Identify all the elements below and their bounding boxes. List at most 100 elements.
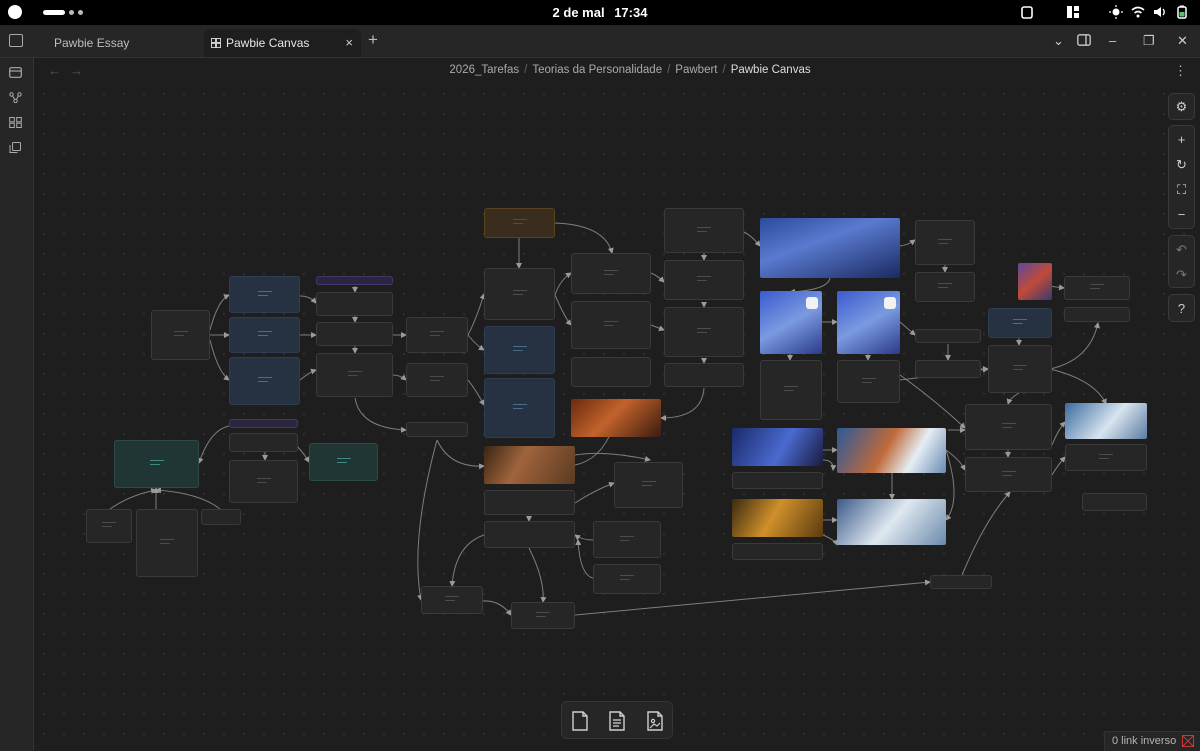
- volume-icon[interactable]: [1153, 5, 1167, 19]
- canvas-image-card[interactable]: [484, 446, 575, 484]
- undo-button[interactable]: ↶: [1169, 237, 1194, 262]
- canvas-card[interactable]: [484, 268, 555, 320]
- canvas-card[interactable]: [136, 509, 198, 577]
- canvas-card[interactable]: [316, 292, 393, 316]
- new-card-icon[interactable]: [569, 710, 591, 732]
- zoom-to-fit-button[interactable]: ⛶: [1169, 177, 1194, 202]
- canvas-card[interactable]: [965, 404, 1052, 450]
- canvas-image-card[interactable]: [837, 428, 946, 473]
- backlinks-status[interactable]: 0 link inverso: [1104, 731, 1200, 751]
- reset-zoom-button[interactable]: ↻: [1169, 152, 1194, 177]
- tab-list-dropdown-icon[interactable]: ⌄: [1053, 33, 1064, 49]
- help-button[interactable]: ?: [1169, 296, 1194, 321]
- breadcrumb-item[interactable]: 2026_Tarefas: [449, 64, 519, 76]
- canvas-card[interactable]: [406, 363, 468, 397]
- more-options-button[interactable]: ⋮: [1174, 63, 1187, 79]
- canvas-card[interactable]: [915, 360, 981, 378]
- right-sidebar-toggle-icon[interactable]: [1077, 34, 1091, 46]
- canvas-image-card[interactable]: [732, 499, 823, 537]
- new-tab-button[interactable]: +: [368, 30, 378, 50]
- canvas-card[interactable]: [201, 509, 241, 525]
- canvas-card[interactable]: [915, 272, 975, 302]
- canvas-card[interactable]: [316, 353, 393, 397]
- clipboard-icon[interactable]: [1020, 5, 1034, 19]
- canvas-card[interactable]: [1082, 493, 1147, 511]
- close-tab-icon[interactable]: ×: [345, 29, 353, 57]
- canvas-card[interactable]: [732, 543, 823, 560]
- canvas-card[interactable]: [614, 462, 683, 508]
- canvas-card[interactable]: [309, 443, 378, 481]
- canvas-card[interactable]: [664, 260, 744, 300]
- minimize-button[interactable]: –: [1109, 33, 1116, 48]
- canvas-card[interactable]: [229, 419, 298, 428]
- canvas-card[interactable]: [837, 360, 900, 403]
- canvas-card[interactable]: [1064, 307, 1130, 322]
- canvas-card[interactable]: [732, 472, 823, 489]
- canvas-card[interactable]: [593, 521, 661, 558]
- zoom-out-button[interactable]: −: [1169, 202, 1194, 227]
- canvas-card[interactable]: [915, 220, 975, 265]
- canvas-card[interactable]: [988, 308, 1052, 338]
- canvas-card[interactable]: [86, 509, 132, 543]
- graph-icon[interactable]: [9, 92, 22, 103]
- media-file-icon[interactable]: [644, 710, 666, 732]
- canvas-card[interactable]: [1064, 276, 1130, 300]
- canvas-card[interactable]: [484, 208, 555, 238]
- canvas-image-card[interactable]: [837, 291, 900, 354]
- canvas-card[interactable]: [316, 276, 393, 285]
- zoom-in-button[interactable]: +: [1169, 127, 1194, 152]
- maximize-button[interactable]: ❐: [1143, 33, 1155, 49]
- canvas-card[interactable]: [760, 360, 822, 420]
- breadcrumb-current[interactable]: Pawbie Canvas: [731, 64, 811, 76]
- canvas-card[interactable]: [406, 317, 468, 353]
- canvas-card[interactable]: [421, 586, 483, 614]
- canvas-card[interactable]: [484, 378, 555, 438]
- canvas-card[interactable]: [1065, 444, 1147, 471]
- canvas-card[interactable]: [484, 490, 575, 515]
- canvas-card[interactable]: [229, 317, 300, 353]
- canvas-card[interactable]: [965, 457, 1052, 492]
- canvas-card[interactable]: [571, 357, 651, 387]
- canvas-card[interactable]: [511, 602, 575, 629]
- canvas-card[interactable]: [915, 329, 981, 343]
- breadcrumb-item[interactable]: Teorias da Personalidade: [532, 64, 662, 76]
- canvas-grid-icon[interactable]: [9, 117, 22, 128]
- layout-icon[interactable]: [1066, 5, 1080, 19]
- settings-icon[interactable]: ⚙: [1169, 94, 1194, 119]
- canvas-card[interactable]: [229, 460, 298, 503]
- canvas-image-card[interactable]: [760, 218, 900, 278]
- copy-icon[interactable]: [9, 142, 22, 153]
- canvas-card[interactable]: [229, 276, 300, 313]
- wifi-icon[interactable]: [1131, 5, 1145, 19]
- canvas-card[interactable]: [484, 521, 575, 548]
- canvas-card[interactable]: [664, 307, 744, 357]
- canvas-image-card[interactable]: [571, 399, 661, 437]
- tab-pawbie-essay[interactable]: Pawbie Essay: [44, 29, 202, 57]
- canvas-card[interactable]: [664, 208, 744, 253]
- canvas-image-card[interactable]: [837, 499, 946, 545]
- canvas-image-card[interactable]: [732, 428, 823, 466]
- canvas-card[interactable]: [229, 433, 298, 452]
- canvas-card[interactable]: [664, 363, 744, 387]
- canvas-card[interactable]: [151, 310, 210, 360]
- battery-icon[interactable]: [1175, 5, 1189, 19]
- tab-pawbie-canvas[interactable]: Pawbie Canvas ×: [204, 29, 361, 57]
- canvas-image-card[interactable]: [1018, 263, 1052, 300]
- canvas-card[interactable]: [571, 253, 651, 294]
- canvas-card[interactable]: [484, 326, 555, 374]
- note-file-icon[interactable]: [606, 710, 628, 732]
- breadcrumb-item[interactable]: Pawbert: [675, 64, 717, 76]
- redo-button[interactable]: ↷: [1169, 262, 1194, 287]
- canvas-card[interactable]: [114, 440, 199, 488]
- canvas-image-card[interactable]: [1065, 403, 1147, 439]
- canvas-card[interactable]: [316, 322, 393, 346]
- close-window-button[interactable]: ✕: [1177, 33, 1188, 49]
- canvas-card[interactable]: [988, 345, 1052, 393]
- canvas-card[interactable]: [229, 357, 300, 405]
- canvas-card[interactable]: [593, 564, 661, 594]
- canvas-card[interactable]: [571, 301, 651, 349]
- sidebar-toggle-icon[interactable]: [9, 34, 23, 47]
- canvas-card[interactable]: [930, 575, 992, 589]
- canvas-image-card[interactable]: [760, 291, 822, 354]
- canvas-card[interactable]: [406, 422, 468, 437]
